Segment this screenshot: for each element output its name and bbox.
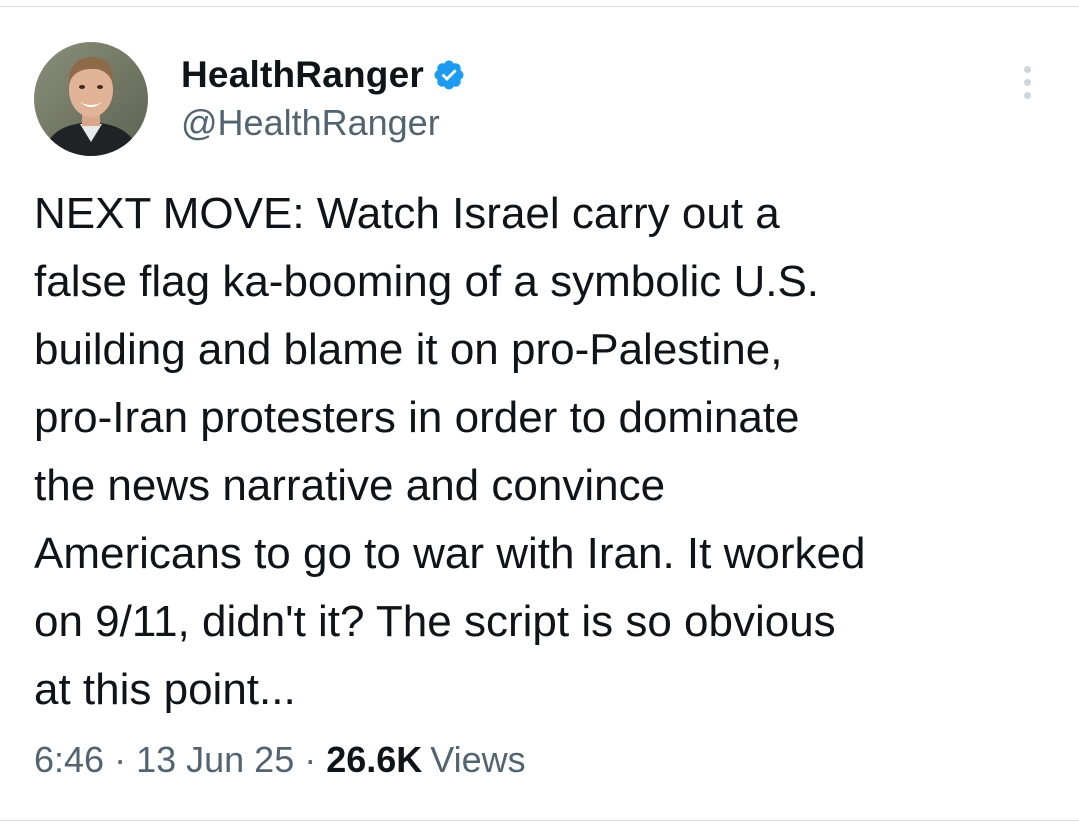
views-count: 26.6K xyxy=(326,739,423,780)
verified-badge-icon[interactable] xyxy=(432,58,466,92)
bottom-divider xyxy=(0,820,1079,821)
tweet-metadata: 6:46 · 13 Jun 25 · 26.6K Views xyxy=(34,734,526,786)
tweet-date[interactable]: 13 Jun 25 xyxy=(136,739,294,781)
display-name-row: HealthRanger xyxy=(181,52,881,98)
meta-separator: · xyxy=(304,739,317,780)
meta-separator: · xyxy=(114,739,127,780)
views-label: Views xyxy=(430,739,526,780)
avatar[interactable] xyxy=(34,42,148,156)
avatar-image xyxy=(34,42,148,156)
handle[interactable]: @HealthRanger xyxy=(181,102,881,144)
tweet-text: NEXT MOVE: Watch Israel carry out a fals… xyxy=(34,189,866,714)
more-options-icon[interactable] xyxy=(1010,66,1044,110)
display-name[interactable]: HealthRanger xyxy=(181,54,424,96)
tweet: HealthRanger @HealthRanger NEXT MOVE: Wa… xyxy=(0,0,1079,830)
tweet-time[interactable]: 6:46 xyxy=(34,739,104,781)
tweet-header: HealthRanger @HealthRanger xyxy=(34,42,1044,158)
author-info: HealthRanger @HealthRanger xyxy=(181,52,881,152)
